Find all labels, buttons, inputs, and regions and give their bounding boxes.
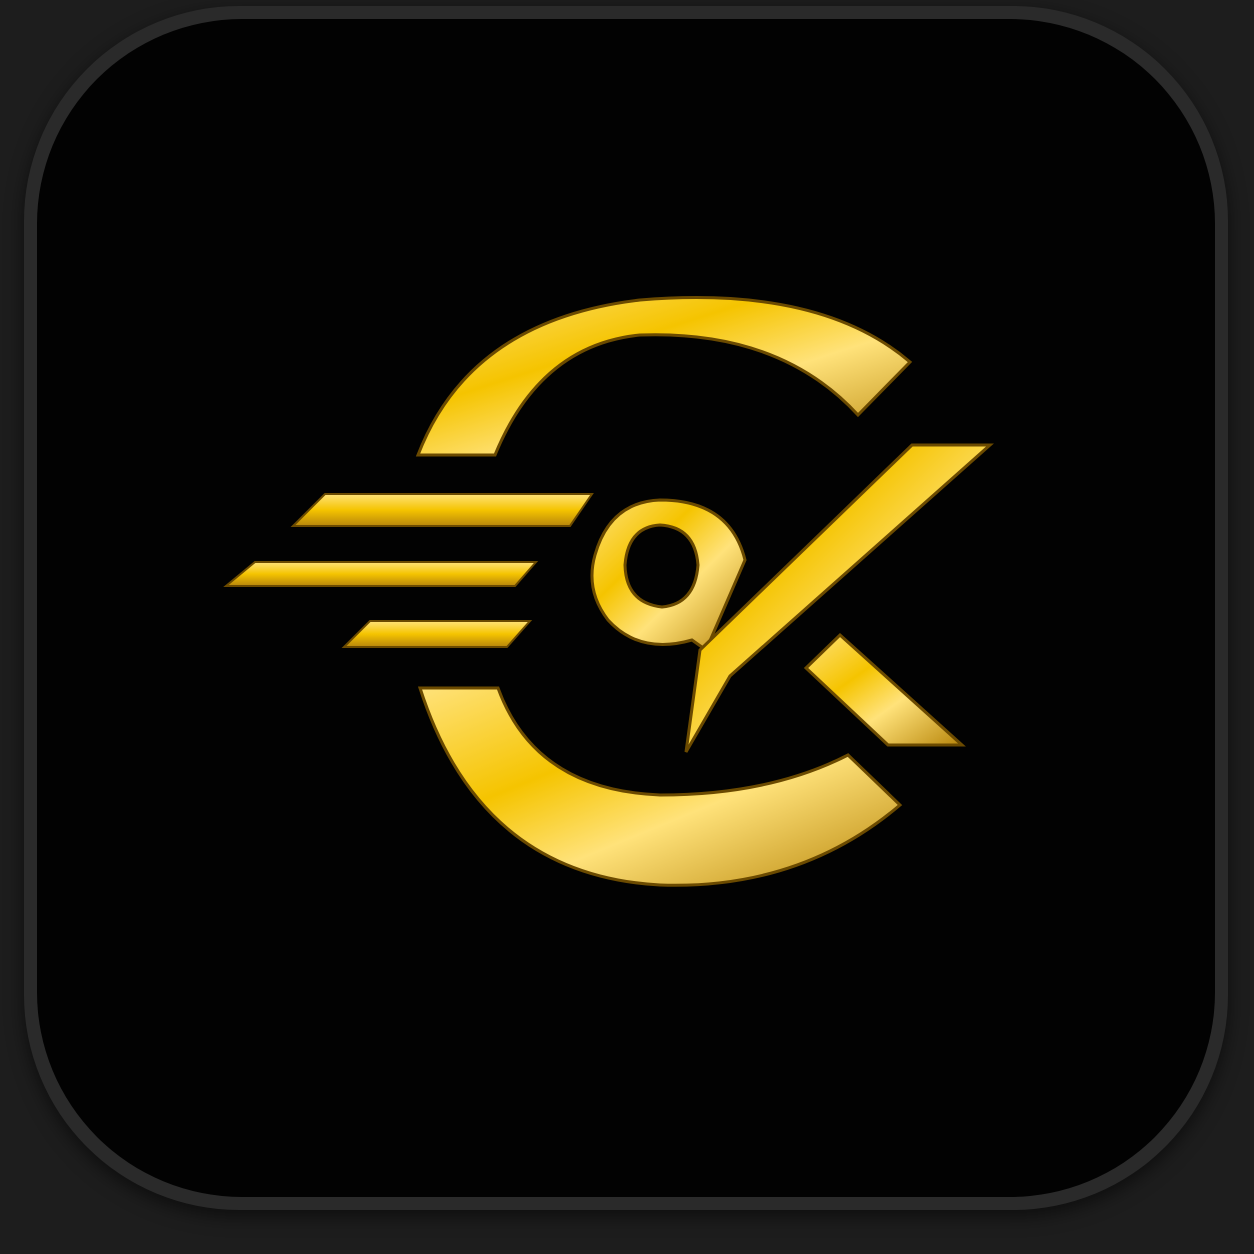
speed-line-middle-shape <box>223 561 539 587</box>
letter-k-diagonal-shape <box>684 443 994 753</box>
c-arc-bottom-shape <box>417 686 903 887</box>
letter-k-leg-shape <box>803 632 966 747</box>
logo-mark-icon <box>223 296 994 887</box>
app-icon-canvas <box>0 0 1254 1254</box>
speed-line-top-shape <box>290 493 594 527</box>
speed-line-bottom-shape <box>341 620 533 648</box>
c-arc-top-shape <box>415 296 913 457</box>
